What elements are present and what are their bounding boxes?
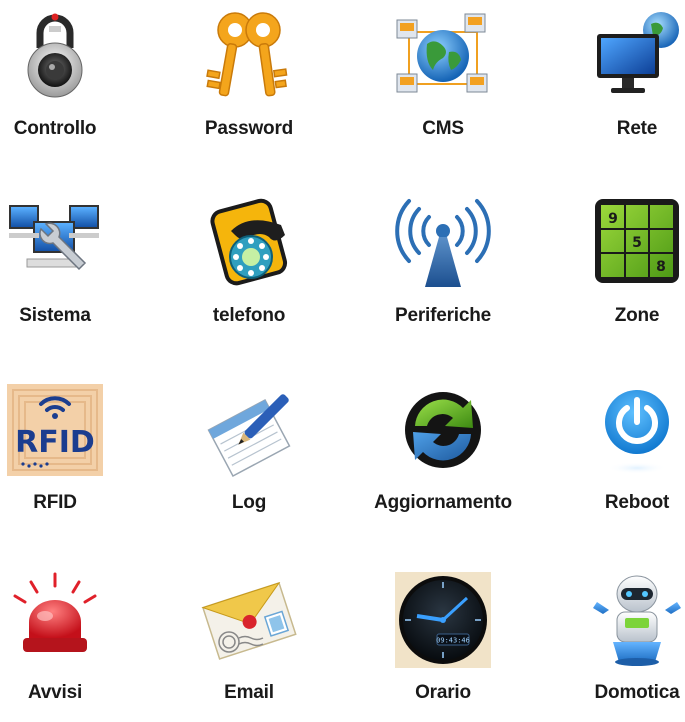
zone-digit: 9 bbox=[608, 211, 618, 227]
tile-cms[interactable]: CMS bbox=[368, 8, 518, 158]
telephone-icon bbox=[201, 195, 297, 291]
keys-icon bbox=[201, 8, 297, 104]
tile-rfid[interactable]: RFID RFID bbox=[0, 382, 130, 532]
envelope-stamp-icon bbox=[201, 572, 297, 668]
tile-aggiornamento[interactable]: Aggiornamento bbox=[368, 382, 518, 532]
tile-telefono[interactable]: telefono bbox=[174, 195, 324, 345]
tile-zone[interactable]: 9 5 8 Zone bbox=[562, 195, 685, 345]
tile-sistema[interactable]: Sistema bbox=[0, 195, 130, 345]
rfid-tag-icon: RFID bbox=[7, 382, 103, 478]
rfid-text: RFID bbox=[15, 425, 95, 460]
tile-label: Domotica bbox=[594, 682, 680, 703]
tile-label: Password bbox=[204, 118, 294, 139]
zone-digit: 5 bbox=[632, 235, 642, 251]
tile-label: telefono bbox=[212, 305, 286, 326]
siren-light-icon bbox=[7, 572, 103, 668]
tile-periferiche[interactable]: Periferiche bbox=[368, 195, 518, 345]
sudoku-grid-icon: 9 5 8 bbox=[589, 195, 685, 291]
digital-clock-icon: 09:43:46 bbox=[395, 572, 491, 668]
padlock-icon bbox=[7, 8, 103, 104]
tile-label: Orario bbox=[415, 682, 471, 703]
robot-icon bbox=[589, 572, 685, 668]
tile-password[interactable]: Password bbox=[174, 8, 324, 158]
tile-log[interactable]: Log bbox=[174, 382, 324, 532]
tile-label: Log bbox=[231, 492, 267, 513]
tile-label: Rete bbox=[616, 118, 658, 139]
zone-digit: 8 bbox=[656, 259, 666, 275]
tile-reboot[interactable]: Reboot bbox=[562, 382, 685, 532]
clock-time: 09:43:46 bbox=[436, 637, 470, 645]
wireless-antenna-icon bbox=[395, 195, 491, 291]
tile-label: Controllo bbox=[13, 118, 97, 139]
notepad-pen-icon bbox=[201, 382, 297, 478]
tile-label: RFID bbox=[33, 492, 77, 513]
tile-label: Email bbox=[224, 682, 274, 703]
power-button-icon bbox=[589, 382, 685, 478]
refresh-arrows-icon bbox=[395, 382, 491, 478]
tile-label: Avvisi bbox=[27, 682, 83, 703]
tile-label: Zone bbox=[614, 305, 660, 326]
tile-label: Reboot bbox=[604, 492, 670, 513]
monitor-globe-icon bbox=[589, 8, 685, 104]
computers-wrench-icon bbox=[7, 195, 103, 291]
tile-label: Sistema bbox=[19, 305, 91, 326]
tile-controllo[interactable]: Controllo bbox=[0, 8, 130, 158]
icon-grid: Controllo Password CMS Rete Sistema tele… bbox=[0, 0, 685, 703]
tile-label: Periferiche bbox=[394, 305, 492, 326]
tile-rete[interactable]: Rete bbox=[562, 8, 685, 158]
tile-label: Aggiornamento bbox=[374, 492, 512, 513]
tile-label: CMS bbox=[422, 118, 464, 139]
network-globe-icon bbox=[395, 8, 491, 104]
